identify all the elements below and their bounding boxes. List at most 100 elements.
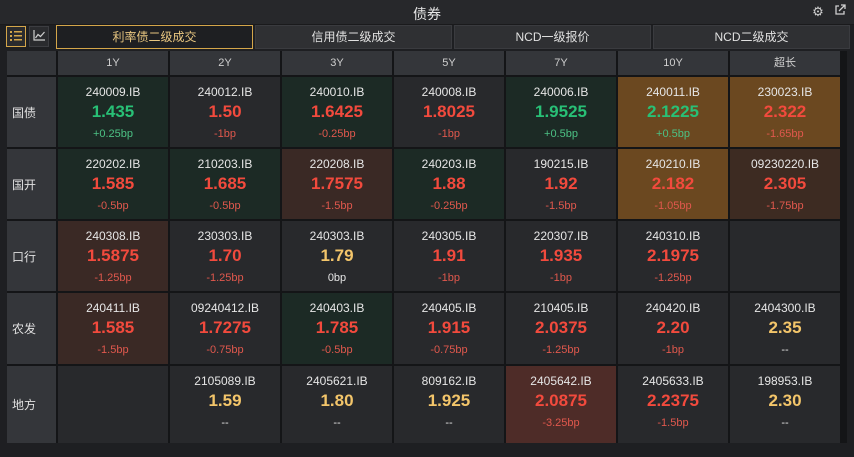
grid-cell[interactable]: 240210.IB 2.182 -1.05bp: [618, 149, 728, 219]
yield-change: -1bp: [549, 272, 573, 284]
gear-icon[interactable]: ⚙: [810, 4, 826, 20]
window-title: 债券: [413, 6, 441, 22]
grid-cell[interactable]: 09240412.IB 1.7275 -0.75bp: [170, 293, 280, 364]
bond-yield: 1.925: [427, 391, 471, 410]
grid-cell[interactable]: 2405621.IB 1.80 --: [282, 366, 392, 443]
column-header-7y[interactable]: 7Y: [506, 51, 616, 75]
bond-code: 240405.IB: [421, 301, 477, 315]
column-header-5y[interactable]: 5Y: [394, 51, 504, 75]
yield-change: --: [333, 417, 341, 429]
yield-change: --: [781, 417, 789, 429]
list-icon: [10, 28, 22, 46]
yield-change: -1.25bp: [206, 272, 244, 284]
bond-yield: 2.2375: [647, 391, 699, 410]
grid-cell[interactable]: 240420.IB 2.20 -1bp: [618, 293, 728, 364]
yield-change: -1.05bp: [654, 200, 692, 212]
bond-code: 240008.IB: [421, 85, 477, 99]
grid-cell[interactable]: 240012.IB 1.50 -1bp: [170, 77, 280, 147]
popout-icon[interactable]: [832, 4, 848, 20]
grid-cell[interactable]: 2404300.IB 2.35 --: [730, 293, 840, 364]
grid-cell[interactable]: 240006.IB 1.9525 +0.5bp: [506, 77, 616, 147]
grid-cell[interactable]: 240203.IB 1.88 -0.25bp: [394, 149, 504, 219]
tab-credit-bond-secondary[interactable]: 信用债二级成交: [255, 25, 452, 49]
column-header-ultra-long[interactable]: 超长: [730, 51, 840, 75]
column-header-1y[interactable]: 1Y: [58, 51, 168, 75]
tab-ncd-primary-quote[interactable]: NCD一级报价: [454, 25, 651, 49]
column-header-3y[interactable]: 3Y: [282, 51, 392, 75]
bond-code: 190215.IB: [533, 157, 589, 171]
grid-cell[interactable]: 198953.IB 2.30 --: [730, 366, 840, 443]
grid-cell[interactable]: 210405.IB 2.0375 -1.25bp: [506, 293, 616, 364]
grid-cell[interactable]: 2105089.IB 1.59 --: [170, 366, 280, 443]
grid-cell[interactable]: 230303.IB 1.70 -1.25bp: [170, 221, 280, 291]
yield-change: -0.25bp: [430, 200, 468, 212]
yield-change: -1.5bp: [321, 200, 353, 212]
grid-cell[interactable]: 240310.IB 2.1975 -1.25bp: [618, 221, 728, 291]
yield-change: -0.75bp: [430, 344, 468, 356]
grid-cell[interactable]: 2405642.IB 2.0875 -3.25bp: [506, 366, 616, 443]
bond-code: 210405.IB: [533, 301, 589, 315]
grid-cell[interactable]: 09230220.IB 2.305 -1.75bp: [730, 149, 840, 219]
bond-yield: 1.7275: [199, 318, 251, 337]
bond-yield: 2.30: [768, 391, 802, 410]
bond-yield: 1.5875: [87, 246, 139, 265]
bond-yield: 1.6425: [311, 102, 363, 121]
bond-yield: 1.59: [208, 391, 242, 410]
grid-cell[interactable]: 210203.IB 1.685 -0.5bp: [170, 149, 280, 219]
grid-cell[interactable]: 240411.IB 1.585 -1.5bp: [58, 293, 168, 364]
bond-code: 198953.IB: [757, 374, 813, 388]
line-chart-icon: [32, 28, 46, 46]
bond-yield: 1.7575: [311, 174, 363, 193]
grid-cell[interactable]: 240008.IB 1.8025 -1bp: [394, 77, 504, 147]
grid-cell[interactable]: 240308.IB 1.5875 -1.25bp: [58, 221, 168, 291]
bond-yield: 1.685: [203, 174, 247, 193]
grid-cell[interactable]: 220208.IB 1.7575 -1.5bp: [282, 149, 392, 219]
yield-change: -1bp: [213, 128, 237, 140]
chart-view-button[interactable]: [29, 26, 49, 47]
grid-cell[interactable]: 240405.IB 1.915 -0.75bp: [394, 293, 504, 364]
bond-yield: 2.1225: [647, 102, 699, 121]
column-header-2y[interactable]: 2Y: [170, 51, 280, 75]
tab-rate-bond-secondary[interactable]: 利率债二级成交: [56, 25, 253, 49]
column-header-10y[interactable]: 10Y: [618, 51, 728, 75]
bond-code: 2405621.IB: [306, 374, 368, 388]
grid-cell-empty[interactable]: [58, 366, 168, 443]
grid-cell[interactable]: 220307.IB 1.935 -1bp: [506, 221, 616, 291]
grid-cell[interactable]: 220202.IB 1.585 -0.5bp: [58, 149, 168, 219]
yield-change: -0.5bp: [321, 344, 353, 356]
yield-change: -1.65bp: [766, 128, 804, 140]
grid-cell[interactable]: 240010.IB 1.6425 -0.25bp: [282, 77, 392, 147]
list-view-button[interactable]: [6, 26, 26, 47]
grid-cell[interactable]: 240305.IB 1.91 -1bp: [394, 221, 504, 291]
bond-code: 240308.IB: [85, 229, 141, 243]
bond-yield: 2.0875: [535, 391, 587, 410]
bond-yield: 2.20: [656, 318, 690, 337]
yield-change: -0.5bp: [209, 200, 241, 212]
grid-cell[interactable]: 240403.IB 1.785 -0.5bp: [282, 293, 392, 364]
bond-code: 220202.IB: [85, 157, 141, 171]
grid-cell[interactable]: 240011.IB 2.1225 +0.5bp: [618, 77, 728, 147]
grid-cell[interactable]: 2405633.IB 2.2375 -1.5bp: [618, 366, 728, 443]
row-label-exim: 口行: [7, 221, 56, 291]
yield-change: --: [221, 417, 229, 429]
yield-change: -0.75bp: [206, 344, 244, 356]
bond-yield: 1.585: [91, 318, 135, 337]
bond-code: 240010.IB: [309, 85, 365, 99]
grid-cell[interactable]: 190215.IB 1.92 -1.5bp: [506, 149, 616, 219]
grid-cell-empty[interactable]: [730, 221, 840, 291]
bond-code: 240203.IB: [421, 157, 477, 171]
grid-cell[interactable]: 240009.IB 1.435 +0.25bp: [58, 77, 168, 147]
bond-yield: 2.305: [763, 174, 807, 193]
grid-cell[interactable]: 230023.IB 2.322 -1.65bp: [730, 77, 840, 147]
yield-change: -1.5bp: [657, 417, 689, 429]
tab-ncd-secondary[interactable]: NCD二级成交: [653, 25, 850, 49]
grid-cell[interactable]: 240303.IB 1.79 0bp: [282, 221, 392, 291]
bond-code: 210203.IB: [197, 157, 253, 171]
yield-change: -3.25bp: [542, 417, 580, 429]
grid-cell[interactable]: 809162.IB 1.925 --: [394, 366, 504, 443]
yield-change: -1.25bp: [542, 344, 580, 356]
row-label-treasury: 国债: [7, 77, 56, 147]
yield-change: -1.5bp: [545, 200, 577, 212]
bond-code: 240305.IB: [421, 229, 477, 243]
bond-code: 240210.IB: [645, 157, 701, 171]
